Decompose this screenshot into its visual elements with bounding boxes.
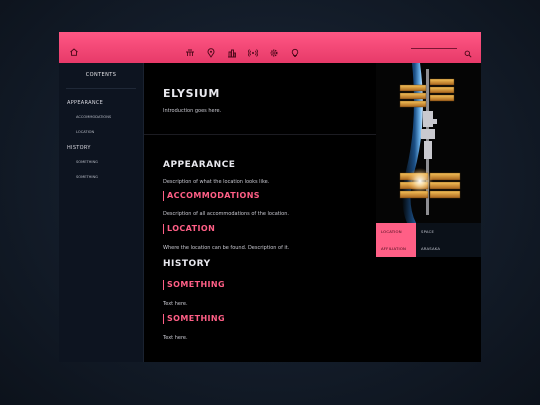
home-icon[interactable] — [69, 42, 79, 56]
history-heading: HISTORY — [163, 259, 211, 269]
tree-icon[interactable] — [185, 43, 195, 56]
something-heading-1: SOMETHING — [163, 280, 225, 290]
contents-title: CONTENTS — [85, 72, 117, 78]
sidebar-item-accommodations[interactable]: ACCOMMODATIONS — [76, 115, 111, 119]
sidebar-item-appearance[interactable]: APPEARANCE — [67, 100, 103, 106]
intro-text: Introduction goes here. — [163, 108, 222, 114]
page-title: ELYSIUM — [163, 87, 220, 100]
location-heading: LOCATION — [163, 224, 215, 234]
infobox: LOCATION SPACE AFFILIATION ARASAKA — [376, 63, 481, 289]
infobox-label-location: LOCATION — [376, 223, 416, 240]
infobox-label-affiliation: AFFILIATION — [376, 240, 416, 257]
something-text-2: Text here. — [163, 335, 188, 341]
nav-icon-group — [185, 42, 300, 58]
city-icon[interactable] — [227, 43, 237, 57]
map-pin-icon[interactable] — [206, 43, 216, 58]
sidebar-divider — [66, 88, 136, 89]
article-content: ELYSIUM Introduction goes here. APPEARAN… — [144, 63, 376, 362]
infobox-value-location: SPACE — [421, 229, 435, 234]
sidebar-item-location[interactable]: LOCATION — [76, 130, 94, 134]
search-icon[interactable] — [464, 43, 472, 58]
appearance-text: Description of what the location looks l… — [163, 179, 270, 185]
accommodations-text: Description of all accommodations of the… — [163, 211, 289, 217]
infobox-value-affiliation: ARASAKA — [421, 246, 441, 251]
intro-divider — [144, 134, 376, 135]
lightbulb-icon[interactable] — [290, 43, 300, 57]
sidebar-item-history[interactable]: HISTORY — [67, 145, 91, 151]
broadcast-icon[interactable] — [247, 43, 259, 57]
wiki-window: CONTENTS APPEARANCE ACCOMMODATIONS LOCAT… — [59, 32, 481, 362]
space-station-image — [376, 63, 481, 223]
contents-sidebar: CONTENTS APPEARANCE ACCOMMODATIONS LOCAT… — [59, 63, 144, 362]
location-text: Where the location can be found. Descrip… — [163, 245, 290, 251]
something-heading-2: SOMETHING — [163, 314, 225, 324]
top-navigation-bar — [59, 32, 481, 63]
search-underline — [411, 48, 457, 49]
accommodations-heading: ACCOMMODATIONS — [163, 191, 260, 201]
sidebar-item-something-2[interactable]: SOMETHING — [76, 175, 98, 179]
infobox-table: LOCATION SPACE AFFILIATION ARASAKA — [376, 223, 481, 257]
sidebar-item-something-1[interactable]: SOMETHING — [76, 160, 98, 164]
something-text-1: Text here. — [163, 301, 188, 307]
gear-icon[interactable] — [269, 43, 279, 56]
appearance-heading: APPEARANCE — [163, 160, 236, 170]
